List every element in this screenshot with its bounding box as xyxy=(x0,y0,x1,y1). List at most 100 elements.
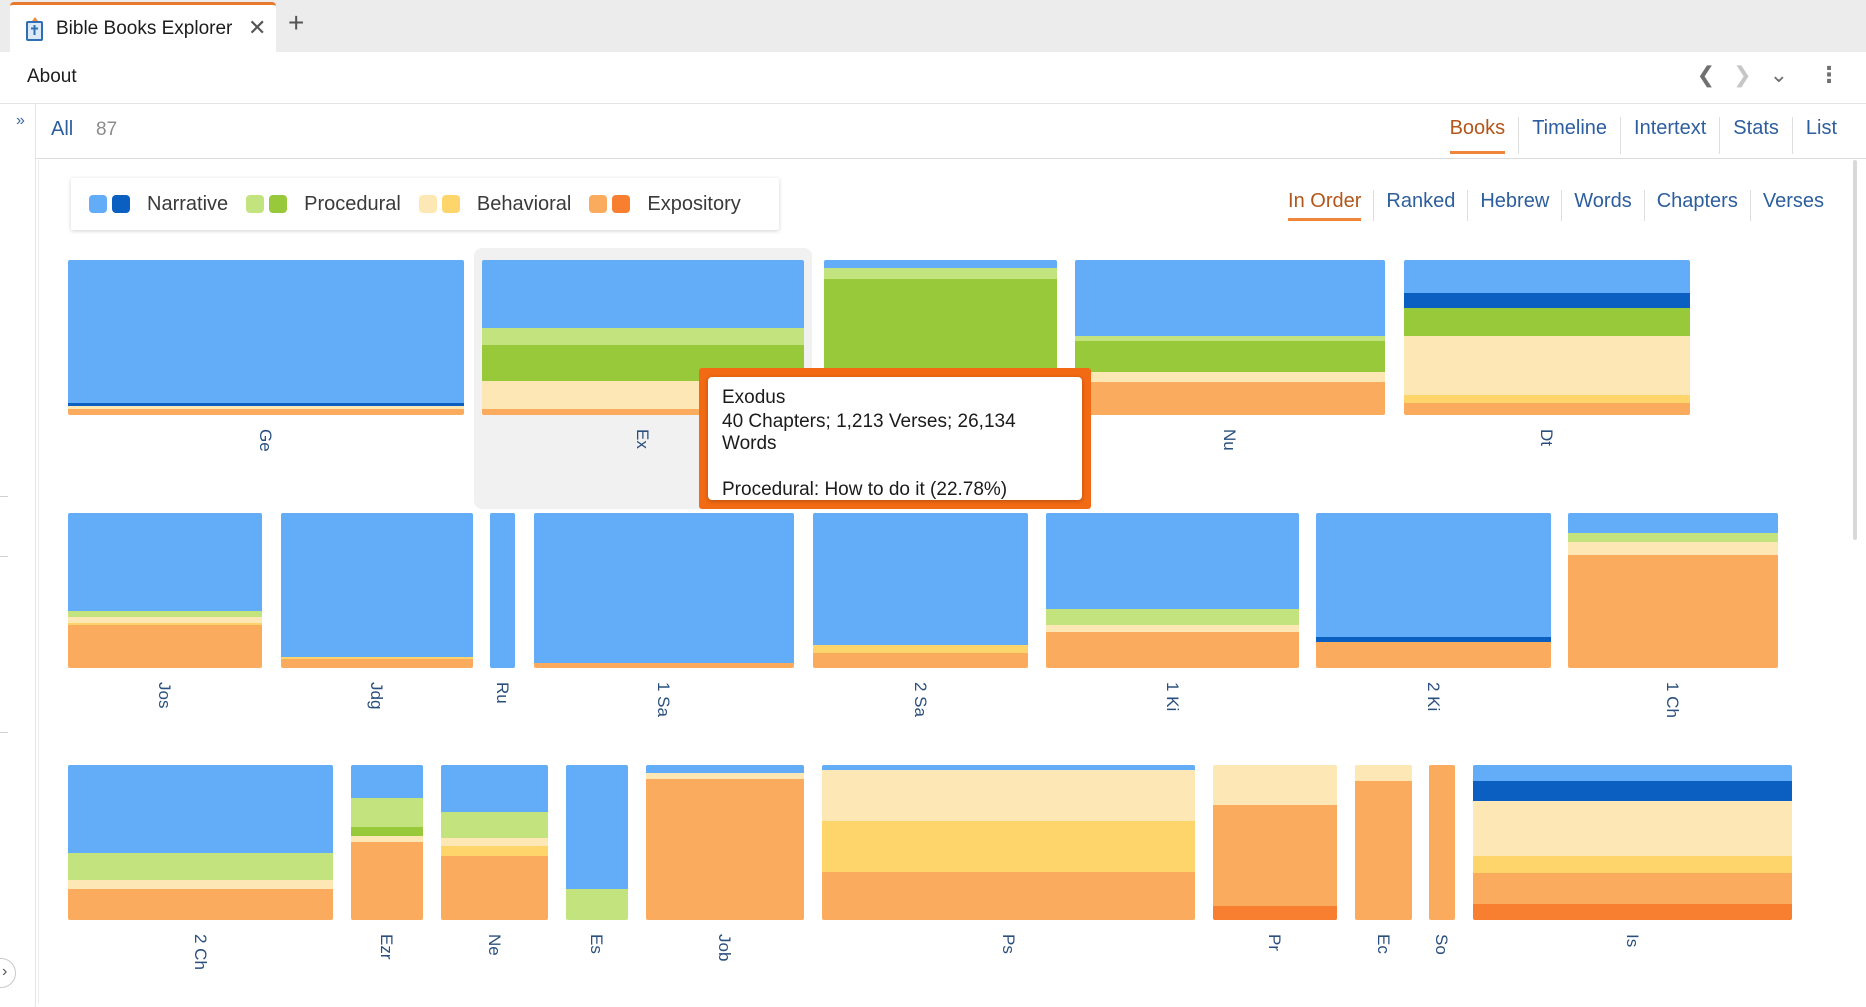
legend-label: Behavioral xyxy=(476,192,572,215)
book-block-1ki[interactable]: 1 Ki xyxy=(1046,513,1299,748)
book-block-jdg[interactable]: Jdg xyxy=(281,513,473,748)
segment-narrative-dark xyxy=(1404,292,1690,309)
tab-timeline[interactable]: Timeline xyxy=(1519,117,1622,154)
book-bar[interactable] xyxy=(822,765,1195,920)
tab-title: Bible Books Explorer xyxy=(56,18,233,39)
book-label: Ru xyxy=(492,682,512,704)
view-tabs: Books Timeline Intertext Stats List xyxy=(1437,117,1850,154)
sort-words[interactable]: Words xyxy=(1562,190,1645,221)
book-bar[interactable] xyxy=(281,513,473,668)
segment-expository-light xyxy=(1316,641,1551,668)
book-label: Jos xyxy=(155,682,174,709)
segment-expository-light xyxy=(1473,873,1792,905)
book-block-pr[interactable]: Pr xyxy=(1213,765,1337,1000)
book-label: Pr xyxy=(1265,934,1284,951)
book-bar[interactable] xyxy=(1213,765,1337,920)
book-bar[interactable] xyxy=(1473,765,1792,920)
book-bar[interactable] xyxy=(1404,260,1690,415)
book-bar[interactable] xyxy=(1429,765,1455,920)
segment-expository-dark xyxy=(1473,904,1792,920)
book-block-ne[interactable]: Ne xyxy=(441,765,548,1000)
book-bar[interactable] xyxy=(534,513,794,668)
book-bar[interactable] xyxy=(68,513,262,668)
book-block-2sa[interactable]: 2 Sa xyxy=(813,513,1028,748)
book-block-job[interactable]: Job xyxy=(646,765,804,1000)
segment-behavioral-dark xyxy=(1473,856,1792,874)
legend-item-expository[interactable]: Expository xyxy=(589,192,741,216)
filter-row: All 87 Books Timeline Intertext Stats List xyxy=(36,104,1866,159)
segment-behavioral-light xyxy=(1213,765,1337,806)
book-bar[interactable] xyxy=(1568,513,1778,668)
book-bar[interactable] xyxy=(68,260,464,415)
about-link[interactable]: About xyxy=(27,66,77,88)
tooltip-stats: 40 Chapters; 1,213 Verses; 26,134 Words xyxy=(722,411,1016,454)
forward-icon[interactable]: ❯ xyxy=(1733,62,1751,88)
book-block-nu[interactable]: Nu xyxy=(1075,260,1385,495)
new-tab-button[interactable]: + xyxy=(288,9,304,37)
segment-narrative-light xyxy=(1316,513,1551,637)
book-block-dt[interactable]: Dt xyxy=(1404,260,1690,495)
book-block-ps[interactable]: Ps xyxy=(822,765,1195,1000)
chevron-down-icon[interactable]: ⌄ xyxy=(1770,62,1788,88)
book-block-ezr[interactable]: Ezr xyxy=(351,765,423,1000)
book-block-1ch[interactable]: 1 Ch xyxy=(1568,513,1778,748)
book-label: 2 Sa xyxy=(910,682,930,717)
legend-item-behavioral[interactable]: Behavioral xyxy=(418,192,572,216)
more-menu-icon[interactable]: ⋮ xyxy=(1818,62,1840,88)
book-block-ru[interactable]: Ru xyxy=(490,513,515,748)
book-bar[interactable] xyxy=(566,765,628,920)
tab-list[interactable]: List xyxy=(1793,117,1850,154)
book-block-ec[interactable]: Ec xyxy=(1355,765,1412,1000)
legend-label: Expository xyxy=(647,192,741,215)
filter-all[interactable]: All xyxy=(51,118,73,141)
expand-sidebar-icon[interactable]: » xyxy=(16,112,25,130)
book-bar[interactable] xyxy=(490,513,515,668)
segment-narrative-light xyxy=(482,260,804,329)
tab-books[interactable]: Books xyxy=(1437,117,1520,154)
legend-swatch xyxy=(89,195,107,213)
sort-hebrew[interactable]: Hebrew xyxy=(1468,190,1563,221)
book-block-2ch[interactable]: 2 Ch xyxy=(68,765,333,1000)
sort-verses[interactable]: Verses xyxy=(1751,190,1836,221)
book-label: Ezr xyxy=(377,934,396,960)
tab-bible-books-explorer[interactable]: Bible Books Explorer ✕ xyxy=(10,2,276,52)
segment-narrative-light xyxy=(534,513,794,664)
chevron-right-icon: › xyxy=(2,963,8,980)
segment-behavioral-light xyxy=(68,879,333,889)
book-block-es[interactable]: Es xyxy=(566,765,628,1000)
book-bar[interactable] xyxy=(813,513,1028,668)
book-bar[interactable] xyxy=(351,765,423,920)
segment-behavioral-light xyxy=(1404,335,1690,395)
book-block-so[interactable]: So xyxy=(1429,765,1455,1000)
book-block-1sa[interactable]: 1 Sa xyxy=(534,513,794,748)
close-icon[interactable]: ✕ xyxy=(248,15,266,41)
book-bar[interactable] xyxy=(1316,513,1551,668)
book-bar[interactable] xyxy=(441,765,548,920)
left-rail: » xyxy=(0,104,36,1007)
segment-narrative-light xyxy=(490,513,515,668)
book-block-2ki[interactable]: 2 Ki xyxy=(1316,513,1551,748)
sort-in-order[interactable]: In Order xyxy=(1276,190,1375,221)
book-bar[interactable] xyxy=(1075,260,1385,415)
tab-stats[interactable]: Stats xyxy=(1720,117,1793,154)
back-icon[interactable]: ❮ xyxy=(1697,62,1715,88)
sort-chapters[interactable]: Chapters xyxy=(1645,190,1751,221)
book-bar[interactable] xyxy=(1046,513,1299,668)
scrollbar[interactable] xyxy=(1853,160,1857,540)
sort-ranked[interactable]: Ranked xyxy=(1374,190,1469,221)
book-bar[interactable] xyxy=(646,765,804,920)
book-bar[interactable] xyxy=(1355,765,1412,920)
book-label: 1 Ch xyxy=(1663,682,1682,718)
book-block-jos[interactable]: Jos xyxy=(68,513,262,748)
segment-narrative-light xyxy=(646,765,804,773)
book-block-is[interactable]: Is xyxy=(1473,765,1792,1000)
book-block-ge[interactable]: Ge xyxy=(68,260,464,495)
rail-divider xyxy=(0,496,8,497)
legend: Narrative Procedural Behavioral Expository xyxy=(71,178,779,230)
legend-item-procedural[interactable]: Procedural xyxy=(246,193,401,216)
book-bar[interactable] xyxy=(68,765,333,920)
panel-header: About ❮ ❯ ⌄ ⋮ xyxy=(0,52,1866,104)
segment-narrative-light xyxy=(68,260,464,404)
legend-item-narrative[interactable]: Narrative xyxy=(89,193,228,216)
tab-intertext[interactable]: Intertext xyxy=(1621,117,1721,154)
